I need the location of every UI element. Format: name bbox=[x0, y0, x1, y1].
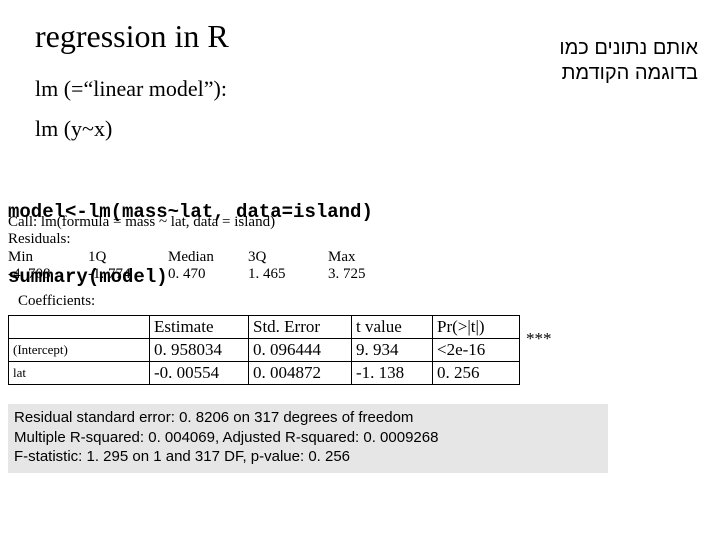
summary-footer: Residual standard error: 0. 8206 on 317 … bbox=[8, 404, 608, 473]
resid-h-3q: 3Q bbox=[248, 249, 328, 266]
row-lat: lat bbox=[9, 362, 150, 385]
slide: { "title": "regression in R", "subtitle1… bbox=[0, 0, 720, 540]
col-estimate: Estimate bbox=[150, 316, 249, 339]
footer-line-2: Multiple R-squared: 0. 004069, Adjusted … bbox=[14, 428, 600, 448]
resid-h-max: Max bbox=[328, 249, 388, 266]
hebrew-note: אותם נתונים כמו בדוגמה הקודמת bbox=[559, 36, 698, 86]
call-line: Call: lm(formula = mass ~ lat, data = is… bbox=[8, 214, 388, 231]
residuals-label: Residuals: bbox=[8, 231, 388, 248]
signif-stars: *** bbox=[520, 316, 558, 362]
empty-cell bbox=[9, 316, 150, 339]
table-row: (Intercept) 0. 958034 0. 096444 9. 934 <… bbox=[9, 339, 558, 362]
call-output: Call: lm(formula = mass ~ lat, data = is… bbox=[8, 214, 388, 283]
coefficients-table: Estimate Std. Error t value Pr(>|t|) ***… bbox=[8, 315, 558, 385]
col-stderr: Std. Error bbox=[249, 316, 352, 339]
residuals-values: -4. 708 -1. 774 0. 470 1. 465 3. 725 bbox=[8, 266, 388, 283]
footer-line-3: F-statistic: 1. 295 on 1 and 317 DF, p-v… bbox=[14, 447, 600, 467]
signif-stars bbox=[520, 362, 558, 385]
footer-line-1: Residual standard error: 0. 8206 on 317 … bbox=[14, 408, 600, 428]
page-title: regression in R bbox=[35, 18, 229, 55]
table-row: lat -0. 00554 0. 004872 -1. 138 0. 256 bbox=[9, 362, 558, 385]
row-intercept: (Intercept) bbox=[9, 339, 150, 362]
hebrew-line-2: בדוגמה הקודמת bbox=[559, 61, 698, 86]
cell-se: 0. 004872 bbox=[249, 362, 352, 385]
formula-line: lm (y~x) bbox=[35, 116, 112, 142]
cell-t: -1. 138 bbox=[352, 362, 433, 385]
col-tvalue: t value bbox=[352, 316, 433, 339]
cell-t: 9. 934 bbox=[352, 339, 433, 362]
resid-h-median: Median bbox=[168, 249, 248, 266]
resid-v-1q: -1. 774 bbox=[88, 266, 168, 283]
coefficients-label: Coefficients: bbox=[18, 293, 95, 310]
resid-v-max: 3. 725 bbox=[328, 266, 388, 283]
definition-line: lm (=“linear model”): bbox=[35, 76, 227, 102]
resid-v-median: 0. 470 bbox=[168, 266, 248, 283]
cell-p: 0. 256 bbox=[433, 362, 520, 385]
cell-p: <2e-16 bbox=[433, 339, 520, 362]
resid-h-min: Min bbox=[8, 249, 88, 266]
resid-v-3q: 1. 465 bbox=[248, 266, 328, 283]
cell-se: 0. 096444 bbox=[249, 339, 352, 362]
table-row: Estimate Std. Error t value Pr(>|t|) *** bbox=[9, 316, 558, 339]
resid-h-1q: 1Q bbox=[88, 249, 168, 266]
resid-v-min: -4. 708 bbox=[8, 266, 88, 283]
col-pvalue: Pr(>|t|) bbox=[433, 316, 520, 339]
cell-est: -0. 00554 bbox=[150, 362, 249, 385]
cell-est: 0. 958034 bbox=[150, 339, 249, 362]
residuals-headers: Min 1Q Median 3Q Max bbox=[8, 249, 388, 266]
hebrew-line-1: אותם נתונים כמו bbox=[559, 36, 698, 61]
